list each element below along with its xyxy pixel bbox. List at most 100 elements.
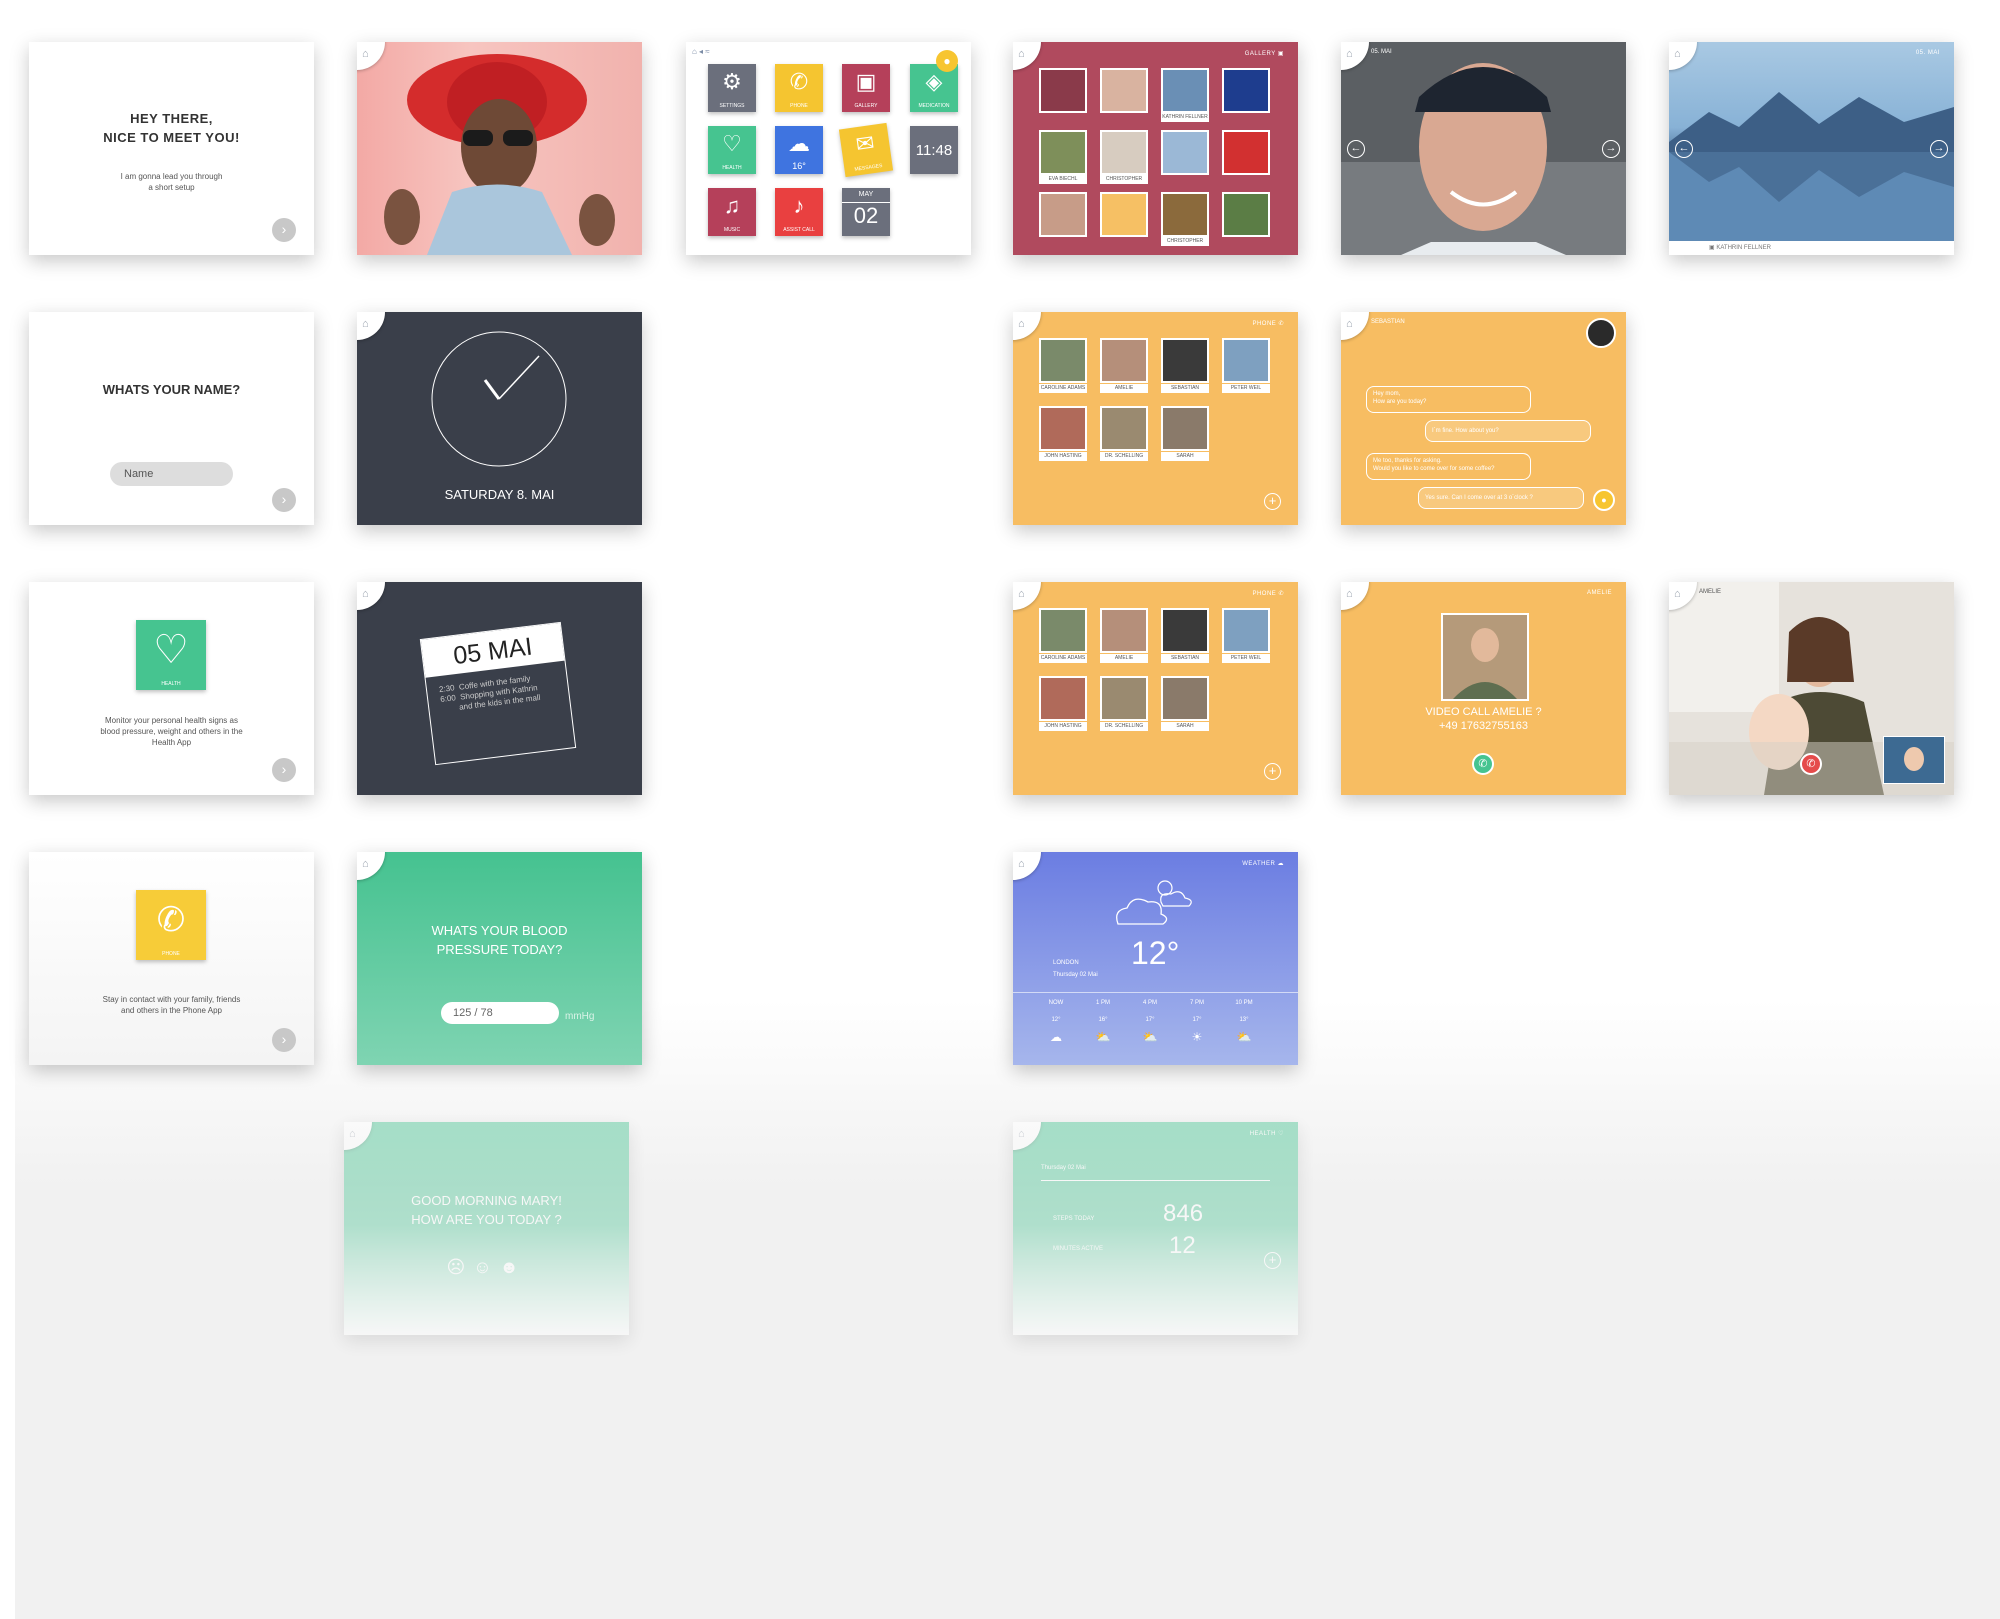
contact-card[interactable]: JOHN HASTING bbox=[1039, 676, 1087, 731]
home-icon: ⌂ bbox=[1018, 588, 1025, 600]
gallery-thumbnail[interactable] bbox=[1161, 192, 1209, 237]
app-tile-clock[interactable]: 11:48 bbox=[910, 126, 958, 174]
phone-number: +49 17632755163 bbox=[1438, 720, 1528, 732]
heart-icon: ♡ bbox=[153, 628, 189, 672]
previous-photo-button[interactable]: ← bbox=[1347, 140, 1365, 158]
gallery-icon: ▣ bbox=[1709, 245, 1715, 251]
gallery-thumbnail[interactable] bbox=[1100, 68, 1148, 113]
contact-card[interactable]: PETER WEIL bbox=[1222, 338, 1270, 393]
chevron-right-icon: › bbox=[281, 221, 287, 237]
home-corner[interactable]: ⌂ bbox=[344, 1122, 372, 1150]
app-tile-phone[interactable]: ✆ PHONE bbox=[775, 64, 823, 112]
forecast-weather-icon: ⛅ bbox=[1236, 1030, 1252, 1044]
name-question: WHATS YOUR NAME? bbox=[102, 382, 241, 397]
canvas-background bbox=[15, 1000, 2000, 1619]
home-corner[interactable]: ⌂ bbox=[1013, 312, 1041, 340]
next-photo-button[interactable]: → bbox=[1930, 140, 1948, 158]
gallery-thumbnail[interactable] bbox=[1222, 192, 1270, 237]
add-contact-button[interactable]: + bbox=[1264, 763, 1281, 780]
gallery-thumbnail[interactable] bbox=[1222, 68, 1270, 113]
gallery-thumbnail[interactable] bbox=[1039, 130, 1087, 175]
calendar-date: 05 MAI bbox=[420, 622, 565, 678]
contact-name: SARAH bbox=[1161, 452, 1209, 461]
gallery-thumbnail[interactable] bbox=[1100, 130, 1148, 175]
clock-screen: ⌂ SATURDAY 8. MAI bbox=[357, 312, 642, 525]
hang-up-button[interactable]: ✆ bbox=[1800, 753, 1822, 775]
home-corner[interactable]: ⌂ bbox=[357, 582, 385, 610]
contact-card[interactable]: PETER WEIL bbox=[1222, 608, 1270, 663]
home-icon: ⌂ bbox=[1674, 588, 1681, 600]
chevron-right-icon: › bbox=[281, 761, 287, 777]
weather-icon: ☁ bbox=[788, 131, 810, 156]
contact-photo bbox=[1161, 676, 1209, 721]
contact-card[interactable]: CAROLINE ADAMS bbox=[1039, 338, 1087, 393]
video-call-screen: ⌂ AMELIE ✆ bbox=[1669, 582, 1954, 795]
accept-call-button[interactable]: ✆ bbox=[1472, 753, 1494, 775]
video-call-contact: AMELIE bbox=[1699, 589, 1722, 595]
contact-card[interactable]: SEBASTIAN bbox=[1161, 338, 1209, 393]
contact-card[interactable]: SARAH bbox=[1161, 676, 1209, 731]
previous-photo-button[interactable]: ← bbox=[1675, 140, 1693, 158]
contact-card[interactable]: AMELIE bbox=[1100, 608, 1148, 663]
contact-card[interactable]: SEBASTIAN bbox=[1161, 608, 1209, 663]
app-tile-weather[interactable]: ☁ 16° bbox=[775, 126, 823, 174]
contact-card[interactable]: CAROLINE ADAMS bbox=[1039, 608, 1087, 663]
gallery-thumbnail[interactable] bbox=[1161, 130, 1209, 175]
next-button[interactable]: › bbox=[272, 218, 296, 242]
portrait-photo bbox=[384, 54, 615, 255]
next-button[interactable]: › bbox=[272, 758, 296, 782]
home-corner[interactable]: ⌂ bbox=[1013, 42, 1041, 70]
contact-card[interactable]: AMELIE bbox=[1100, 338, 1148, 393]
app-tile-image[interactable]: ▣ GALLERY bbox=[842, 64, 890, 112]
name-input[interactable]: Name bbox=[110, 462, 233, 486]
next-button[interactable]: › bbox=[272, 488, 296, 512]
app-tile-heart[interactable]: ♡ HEALTH bbox=[708, 126, 756, 174]
home-corner[interactable]: ⌂ bbox=[1013, 582, 1041, 610]
microphone-icon[interactable]: ● bbox=[1593, 489, 1615, 511]
app-tile-gear[interactable]: ⚙ SETTINGS bbox=[708, 64, 756, 112]
contact-name: SARAH bbox=[1161, 722, 1209, 731]
contact-name: DR. SCHELLING bbox=[1100, 452, 1148, 461]
bell-icon: ♪ bbox=[793, 193, 805, 218]
gallery-thumbnail[interactable] bbox=[1039, 68, 1087, 113]
mail-icon: ✉ bbox=[854, 129, 876, 158]
next-photo-button[interactable]: → bbox=[1602, 140, 1620, 158]
home-corner[interactable]: ⌂ bbox=[1341, 582, 1369, 610]
home-corner[interactable]: ⌂ bbox=[1341, 312, 1369, 340]
call-contact-name: AMELIE bbox=[1586, 590, 1612, 596]
contact-photo bbox=[1100, 676, 1148, 721]
contact-card[interactable]: JOHN HASTING bbox=[1039, 406, 1087, 461]
app-tile-calendar[interactable]: MAY 02 bbox=[842, 188, 890, 236]
gallery-thumbnail[interactable] bbox=[1161, 68, 1209, 113]
gallery-thumbnail[interactable] bbox=[1039, 192, 1087, 237]
app-tile-mail[interactable]: ✉ MESSAGES bbox=[838, 122, 894, 178]
home-icon: ⌂ bbox=[1346, 588, 1353, 600]
forecast-temperature: 16° bbox=[1098, 1017, 1108, 1023]
contact-card[interactable]: DR. SCHELLING bbox=[1100, 676, 1148, 731]
chat-message-sent: Yes sure. Can I come over at 3 o´clock ? bbox=[1418, 487, 1584, 509]
phone-icon: ✆ bbox=[789, 69, 809, 94]
contact-card[interactable]: SARAH bbox=[1161, 406, 1209, 461]
onboarding-welcome-screen: HEY THERE, NICE TO MEET YOU! I am gonna … bbox=[29, 42, 314, 255]
home-corner[interactable]: ⌂ bbox=[1013, 1122, 1041, 1150]
home-corner[interactable]: ⌂ bbox=[357, 852, 385, 880]
bp-question2: PRESSURE TODAY? bbox=[436, 942, 563, 957]
contact-photo bbox=[1222, 338, 1270, 383]
gallery-title: GALLERY ▣ bbox=[1244, 51, 1284, 57]
app-tile-music[interactable]: ♫ MUSIC bbox=[708, 188, 756, 236]
bp-input[interactable]: 125 / 78 bbox=[441, 1002, 559, 1024]
phone-title: PHONE ✆ bbox=[1252, 591, 1284, 597]
video-call-prompt-screen: ⌂ AMELIE VIDEO CALL AMELIE ? +49 1763275… bbox=[1341, 582, 1626, 795]
app-tile-label: SETTINGS bbox=[719, 103, 745, 109]
gallery-thumbnail[interactable] bbox=[1100, 192, 1148, 237]
weather-screen: ⌂ WEATHER ☁ LONDON Thursday 02 Mai 12° N… bbox=[1013, 852, 1298, 1065]
forecast-weather-icon: ⛅ bbox=[1095, 1030, 1111, 1044]
add-contact-button[interactable]: + bbox=[1264, 493, 1281, 510]
next-button[interactable]: › bbox=[272, 1028, 296, 1052]
gallery-caption: CHRISTOPHER bbox=[1100, 175, 1148, 184]
microphone-icon[interactable]: ● bbox=[936, 50, 958, 72]
gallery-thumbnail[interactable] bbox=[1222, 130, 1270, 175]
man-portrait-photo bbox=[1341, 42, 1626, 255]
app-tile-bell[interactable]: ♪ ASSIST CALL bbox=[775, 188, 823, 236]
contact-card[interactable]: DR. SCHELLING bbox=[1100, 406, 1148, 461]
